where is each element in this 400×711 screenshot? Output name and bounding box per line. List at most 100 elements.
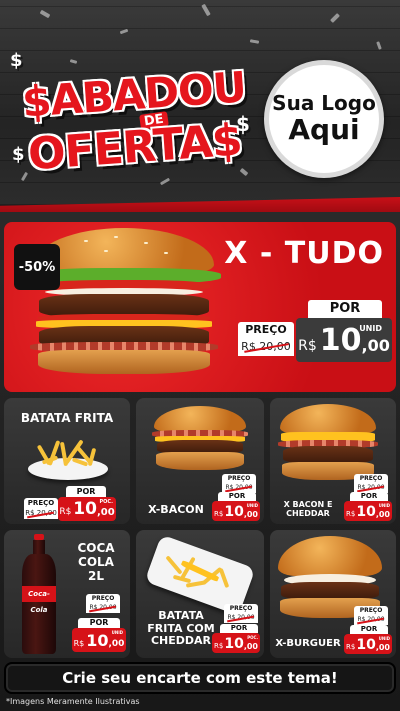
- sesame-seed: [104, 250, 108, 252]
- confetti: [330, 13, 340, 23]
- bun-bottom: [37, 350, 211, 374]
- disclaimer: *Imagens Meramente Ilustrativas: [6, 697, 140, 706]
- price-integer: 10: [86, 631, 109, 650]
- unit-label: UNID: [359, 324, 382, 333]
- hero-price-tag: PREÇO R$ 20,00 POR R$ 10 ,00 UNID: [238, 300, 392, 370]
- unit-label: UNID: [378, 636, 390, 641]
- unit-label: POC.: [99, 499, 113, 505]
- por-label: POR: [308, 300, 382, 318]
- old-price: R$ 20,00: [224, 613, 258, 623]
- currency: R$: [214, 510, 224, 518]
- title-line-2: OFERTA$: [26, 114, 244, 181]
- preco-label: PREÇO: [24, 498, 58, 508]
- confetti: [376, 41, 382, 50]
- price-decimal: ,00: [96, 507, 115, 518]
- sesame-seed: [84, 240, 88, 242]
- price-decimal: ,00: [243, 642, 258, 651]
- price-decimal: ,00: [243, 510, 258, 519]
- currency: R$: [346, 643, 356, 651]
- por-label: POR: [350, 625, 388, 634]
- confetti: [39, 9, 51, 19]
- currency: R$: [59, 507, 72, 517]
- por-label: POR: [218, 492, 256, 501]
- logo-text-bottom: Aqui: [288, 113, 360, 146]
- bun-top: [278, 536, 382, 576]
- sesame-seed: [164, 252, 168, 254]
- price-integer: 10: [224, 504, 244, 520]
- price-integer: 10: [356, 504, 376, 520]
- burger-image: [278, 404, 378, 484]
- sesame-seed: [114, 236, 118, 238]
- product-name: BATATA FRITA COM CHEDDAR: [147, 609, 215, 648]
- bun-top: [280, 404, 376, 434]
- bottle-label: Coca-Cola: [22, 586, 56, 614]
- price-box: R$ 10 ,00 POC.: [58, 497, 116, 521]
- price-box: R$ 10 ,00 UNID: [344, 501, 392, 521]
- hero-offer[interactable]: -50% X - TUDO PREÇO R$ 20,00 POR R$ 10 ,…: [4, 222, 396, 392]
- product-name: BATATA FRITA: [20, 411, 114, 425]
- old-price: R$ 20,00: [354, 615, 388, 625]
- preco-label: PREÇO: [222, 474, 256, 483]
- price-decimal: ,00: [361, 336, 390, 355]
- currency: R$: [73, 639, 85, 648]
- hero-product-name: X - TUDO: [224, 236, 384, 271]
- confetti: [201, 3, 211, 17]
- currency: R$: [214, 642, 224, 650]
- por-label: POR: [220, 624, 258, 633]
- logo-placeholder[interactable]: Sua Logo Aqui: [264, 60, 384, 178]
- price-decimal: ,00: [375, 510, 390, 519]
- old-price: R$ 20,00: [86, 603, 120, 613]
- dollar-icon: $: [10, 50, 23, 71]
- preco-label: PREÇO: [86, 594, 120, 603]
- unit-label: UNID: [378, 503, 390, 508]
- burger-image: [26, 228, 222, 378]
- preco-label: PREÇO: [354, 606, 388, 615]
- confetti: [119, 28, 129, 35]
- por-label: POR: [350, 492, 388, 501]
- sesame-seed: [144, 242, 148, 244]
- product-card-x-bacon[interactable]: X-BACON PREÇO R$ 20,00 POR R$ 10 ,00 UNI…: [136, 398, 264, 524]
- price-box: R$ 10 ,00 UNID: [344, 634, 392, 654]
- currency: R$: [346, 510, 356, 518]
- price-decimal: ,00: [375, 643, 390, 652]
- price-integer: 10: [356, 637, 376, 653]
- product-card-batata-cheddar[interactable]: BATATA FRITA COM CHEDDAR PREÇO R$ 20,00 …: [136, 530, 264, 658]
- logo-text-top: Sua Logo: [272, 91, 376, 115]
- product-name: X-BURGUER: [275, 638, 341, 649]
- product-card-batata-frita[interactable]: BATATA FRITA PREÇO R$ 20,00 POR R$ 10 ,0…: [4, 398, 130, 524]
- product-name: COCA COLA 2L: [70, 541, 122, 583]
- old-price: R$ 20,00: [24, 508, 58, 519]
- product-name-text: COCA COLA 2L: [77, 541, 115, 583]
- product-card-x-burguer[interactable]: X-BURGUER PREÇO R$ 20,00 POR R$ 10 ,00 U…: [270, 530, 396, 658]
- preco-label: PREÇO: [238, 322, 294, 338]
- price-box: R$ 10 ,00 POC.: [212, 633, 260, 653]
- product-name: X BACON E CHEDDAR: [283, 500, 333, 519]
- price-integer: 10: [73, 499, 97, 519]
- por-label: POR: [78, 618, 120, 628]
- price-box: R$ 10 ,00 UNID: [212, 501, 260, 521]
- unit-label: POC.: [247, 635, 258, 640]
- price-decimal: ,00: [108, 639, 125, 649]
- price-integer: 10: [224, 636, 244, 652]
- header-banner: $ $ $ $ABADOU DE OFERTA$ Sua Logo Aqui: [0, 0, 400, 205]
- discount-badge: -50%: [14, 244, 60, 290]
- price-box: R$ 10 ,00 UNID: [296, 318, 392, 362]
- product-card-coca-cola[interactable]: Coca-Cola COCA COLA 2L PREÇO R$ 20,00 PO…: [4, 530, 130, 658]
- product-card-x-bacon-cheddar[interactable]: X BACON E CHEDDAR PREÇO R$ 20,00 POR R$ …: [270, 398, 396, 524]
- sale-title: $ $ $ $ABADOU DE OFERTA$: [8, 40, 258, 190]
- bun-top: [154, 406, 246, 432]
- preco-label: PREÇO: [224, 604, 258, 613]
- por-label: POR: [66, 486, 106, 497]
- old-price: R$ 20,00: [238, 338, 294, 356]
- dollar-icon: $: [12, 144, 25, 165]
- burger-image: [152, 406, 248, 474]
- price-integer: 10: [319, 323, 362, 358]
- bun-bottom: [155, 452, 245, 470]
- price-box: R$ 10 ,00 UNID: [72, 628, 126, 652]
- preco-label: PREÇO: [354, 474, 388, 483]
- unit-label: UNID: [111, 630, 123, 635]
- product-name: X-BACON: [148, 503, 204, 516]
- currency: R$: [298, 338, 317, 354]
- cta-button[interactable]: Crie seu encarte com este tema!: [4, 662, 396, 694]
- unit-label: UNID: [246, 503, 258, 508]
